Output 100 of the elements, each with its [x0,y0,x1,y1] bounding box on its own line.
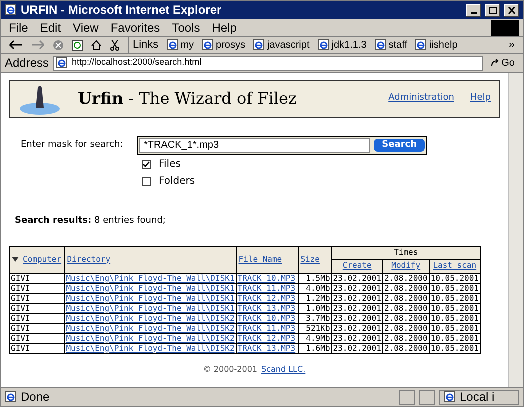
table-cell: 10.05.2001 [429,343,480,353]
table-cell: 23.02.2001 [332,283,383,293]
window-title: URFIN - Microsoft Internet Explorer [21,2,223,19]
page-icon [202,39,214,51]
status-pane [419,390,435,404]
column-header[interactable]: Directory [64,246,236,273]
site-title: Urfin - The Wizard of Filez [78,88,298,110]
page-icon [5,391,17,403]
refresh-icon[interactable] [72,40,83,50]
table-link[interactable]: TRACK_11.MP3 [236,283,298,293]
column-header[interactable]: Create [332,259,383,273]
checkbox[interactable] [142,160,151,169]
table-cell: 10.05.2001 [429,293,480,303]
column-header[interactable]: Computer [10,246,65,273]
table-cell: 2.08.2000 [382,293,430,303]
table-link[interactable]: Music\Eng\Pink Floyd-The Wall\DISK1 [64,293,236,303]
link-bar-item[interactable]: staff [374,38,408,52]
table-cell: 23.02.2001 [332,323,383,333]
nav-link[interactable]: Administration [388,92,454,106]
table-cell: 2.08.2000 [382,273,430,283]
links-label: Links [128,36,159,54]
table-cell: 10.05.2001 [429,283,480,293]
column-header[interactable]: Last scan [429,259,480,273]
link-bar-item[interactable]: javascript [253,38,310,52]
table-link[interactable]: Music\Eng\Pink Floyd-The Wall\DISK2 [64,323,236,333]
table-cell: 10.05.2001 [429,313,480,323]
table-cell: GIVI [10,313,65,323]
menu-item[interactable]: Tools [172,18,200,36]
table-link[interactable]: TRACK_12.MP3 [236,293,298,303]
company-link[interactable]: Scand LLC. [262,364,306,376]
table-link[interactable]: Music\Eng\Pink Floyd-The Wall\DISK1 [64,283,236,293]
scissors-icon[interactable] [110,40,120,50]
table-cell: 10.05.2001 [429,273,480,283]
table-link[interactable]: TRACK_11.MP3 [236,323,298,333]
table-link[interactable]: TRACK_10.MP3 [236,313,298,323]
close-button[interactable] [504,4,519,16]
page-icon [415,39,428,51]
table-cell: 4.9Mb [298,333,332,343]
table-link[interactable]: TRACK_13.MP3 [236,303,298,313]
table-link[interactable]: Music\Eng\Pink Floyd-The Wall\DISK1 [64,273,236,283]
go-button[interactable]: Go [486,56,519,70]
search-field[interactable]: *TRACK_1*.mp3 [139,138,370,153]
table-link[interactable]: TRACK_13.MP3 [236,343,298,353]
sort-down-icon [12,256,19,262]
table-cell: GIVI [10,343,65,353]
table-cell: 2.08.2000 [382,313,430,323]
table-cell: 23.02.2001 [332,273,383,283]
address-field[interactable]: http://localhost:2000/search.html [53,56,483,70]
scrollbar[interactable] [508,73,523,387]
table-cell: 23.02.2001 [332,333,383,343]
menu-item[interactable]: Favorites [110,18,160,36]
table-link[interactable]: Music\Eng\Pink Floyd-The Wall\DISK2 [64,313,236,323]
table-link[interactable]: Music\Eng\Pink Floyd-The Wall\DISK2 [64,333,236,343]
address-label: Address [5,55,50,72]
table-cell: GIVI [10,273,65,283]
table-cell: 10.05.2001 [429,323,480,333]
search-label: Enter mask for search: [21,138,124,152]
close-icon [508,6,516,14]
link-bar-item[interactable]: iishelp [415,38,458,52]
results-summary: Search results: 8 entries found; [15,215,167,228]
minimize-button[interactable] [466,4,481,16]
windows-logo-icon [491,20,519,36]
column-header[interactable]: Size [298,246,332,273]
search-button[interactable]: Search [374,139,425,152]
table-cell: GIVI [10,283,65,293]
table-link[interactable]: Music\Eng\Pink Floyd-The Wall\DISK2 [64,343,236,353]
back-arrow-icon[interactable] [9,40,23,50]
menu-item[interactable]: Help [212,18,237,36]
table-cell: 23.02.2001 [332,303,383,313]
table-cell: 2.08.2000 [382,343,430,353]
maximize-icon [488,6,496,14]
table-cell: 1.0Mb [298,303,332,313]
zone-indicator: Local i [439,390,519,404]
computer-icon [444,391,456,403]
checkbox[interactable] [142,177,151,186]
menu-item[interactable]: View [73,18,99,36]
table-cell: GIVI [10,303,65,313]
stop-icon[interactable] [53,40,64,50]
table-cell: 1.2Mb [298,293,332,303]
maximize-button[interactable] [485,4,500,16]
browser-icon [5,4,17,16]
link-bar-item[interactable]: prosys [202,38,246,52]
go-arrow-icon [490,59,500,67]
table-cell: 1.6Mb [298,343,332,353]
table-cell: 1.5Mb [298,273,332,283]
table-link[interactable]: TRACK_12.MP3 [236,333,298,343]
column-header[interactable]: Modify [382,259,430,273]
home-icon[interactable] [91,40,102,50]
table-link[interactable]: TRACK_10.MP3 [236,273,298,283]
menu-item[interactable]: Edit [40,18,62,36]
link-bar-item[interactable]: my [166,38,194,52]
link-bar-item[interactable]: jdk1.1.3 [318,38,367,52]
nav-link[interactable]: Help [470,92,491,106]
more-links-chevron[interactable]: » [508,36,515,54]
table-link[interactable]: Music\Eng\Pink Floyd-The Wall\DISK1 [64,303,236,313]
menu-item[interactable]: File [9,18,28,36]
column-header[interactable]: File Name [236,246,298,273]
table-cell: 23.02.2001 [332,313,383,323]
table-cell: GIVI [10,333,65,343]
group-header: Times [332,246,480,259]
